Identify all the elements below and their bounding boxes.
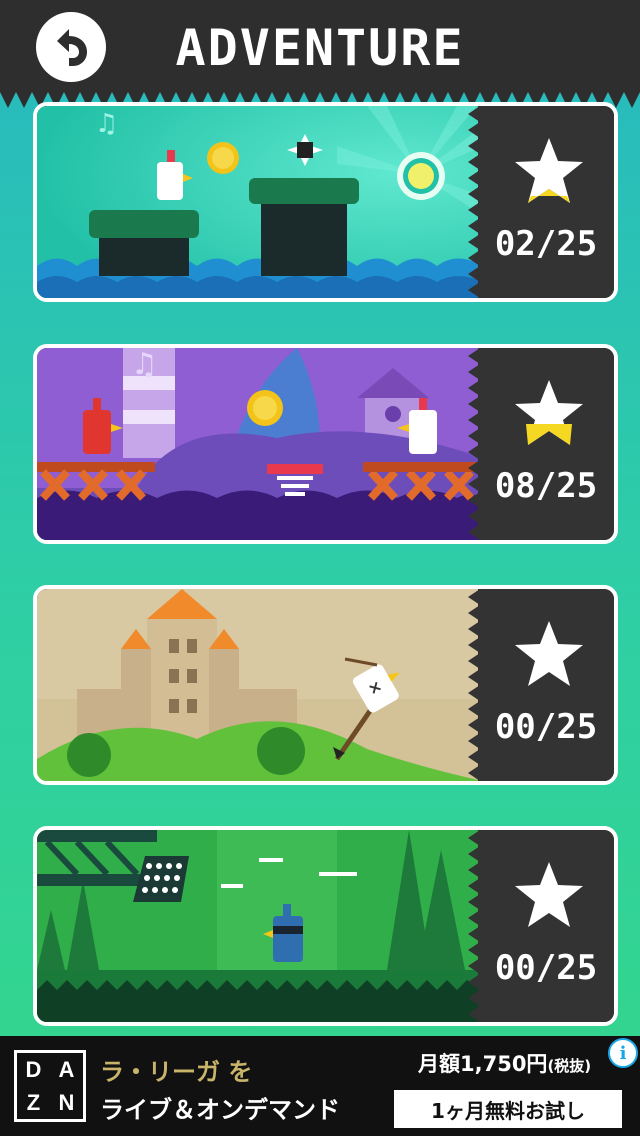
ad-banner[interactable]: D A Z N ラ・リーガ を ライブ＆オンデマンド 月額1,750円(税抜) … xyxy=(0,1036,640,1136)
logo-letter: D xyxy=(25,1056,42,1082)
level-card-2[interactable]: ♫ 08/25 xyxy=(33,344,618,544)
logo-letter: N xyxy=(58,1089,75,1115)
back-arrow-icon xyxy=(57,29,87,66)
level-2-star-panel: 08/25 xyxy=(468,348,614,540)
page-title: ADVENTURE xyxy=(175,19,465,77)
dazn-logo: D A Z N xyxy=(14,1050,86,1122)
header-bar: ADVENTURE xyxy=(0,0,640,108)
logo-letter: A xyxy=(58,1056,75,1082)
level-card-3[interactable]: × 00/25 xyxy=(33,585,618,785)
panel-edge xyxy=(468,589,480,781)
logo-letter: Z xyxy=(26,1089,41,1115)
level-2-scene: ♫ xyxy=(37,348,483,540)
ad-price-note: (税抜) xyxy=(547,1057,592,1075)
panel-edge xyxy=(468,106,480,298)
level-4-star-panel: 00/25 xyxy=(468,830,614,1022)
svg-text:♫: ♫ xyxy=(95,109,118,139)
level-card-1[interactable]: ♫ 02/25 xyxy=(33,102,618,302)
back-button[interactable] xyxy=(36,12,106,82)
star-icon xyxy=(515,621,583,686)
ad-subheadline: ライブ＆オンデマンド xyxy=(100,1096,340,1124)
level-3-star-panel: 00/25 xyxy=(468,589,614,781)
level-3-star-count: 00/25 xyxy=(494,707,598,747)
level-4-scene xyxy=(37,830,483,1022)
level-card-4[interactable]: 00/25 xyxy=(33,826,618,1026)
ad-headline: ラ・リーガ を xyxy=(100,1058,253,1086)
level-3-scene: × xyxy=(37,589,483,781)
panel-edge xyxy=(468,830,480,1022)
star-icon xyxy=(515,138,583,203)
star-icon xyxy=(515,862,583,927)
ad-cta-button[interactable]: 1ヶ月無料お試し xyxy=(394,1090,622,1128)
level-1-star-count: 02/25 xyxy=(494,224,598,264)
level-1-star-panel: 02/25 xyxy=(468,106,614,298)
svg-text:♫: ♫ xyxy=(131,348,158,382)
level-2-star-count: 08/25 xyxy=(494,466,598,506)
ad-price-value: 月額1,750円 xyxy=(418,1052,548,1076)
level-4-star-count: 00/25 xyxy=(494,948,598,988)
ad-price: 月額1,750円(税抜) xyxy=(418,1048,591,1078)
ad-info-icon[interactable]: i xyxy=(608,1038,638,1068)
panel-edge xyxy=(468,348,480,540)
star-icon xyxy=(515,380,583,445)
level-1-scene: ♫ xyxy=(37,106,483,298)
